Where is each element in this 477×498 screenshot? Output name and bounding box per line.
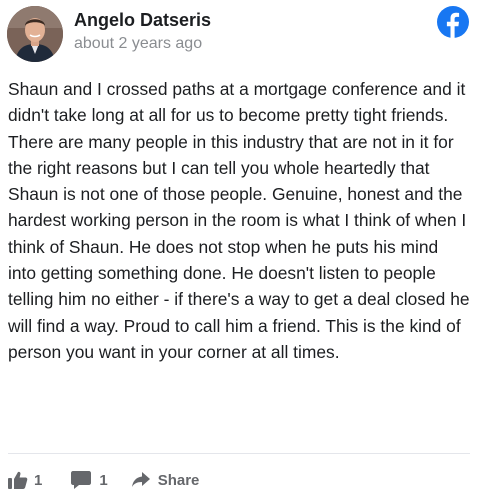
post-timestamp: about 2 years ago [74, 35, 203, 52]
review-card: Angelo Datseris about 2 years ago Shaun … [0, 0, 477, 498]
comment-count: 1 [99, 471, 108, 489]
thumbs-up-icon [8, 471, 28, 489]
avatar[interactable] [7, 6, 63, 62]
review-text: Shaun and I crossed paths at a mortgage … [8, 79, 470, 362]
actions-divider [8, 453, 470, 454]
avatar-photo [7, 6, 63, 62]
post-actions: 1 1 Share [8, 466, 199, 494]
comment-button[interactable]: 1 [71, 471, 108, 489]
share-label: Share [157, 471, 200, 489]
share-button[interactable]: Share [131, 471, 200, 489]
author-name[interactable]: Angelo Datseris [74, 10, 211, 31]
like-count: 1 [34, 471, 43, 489]
share-arrow-icon [131, 472, 150, 488]
comment-bubble-icon [71, 471, 92, 489]
like-button[interactable]: 1 [8, 471, 42, 489]
facebook-logo-icon[interactable] [437, 6, 469, 39]
